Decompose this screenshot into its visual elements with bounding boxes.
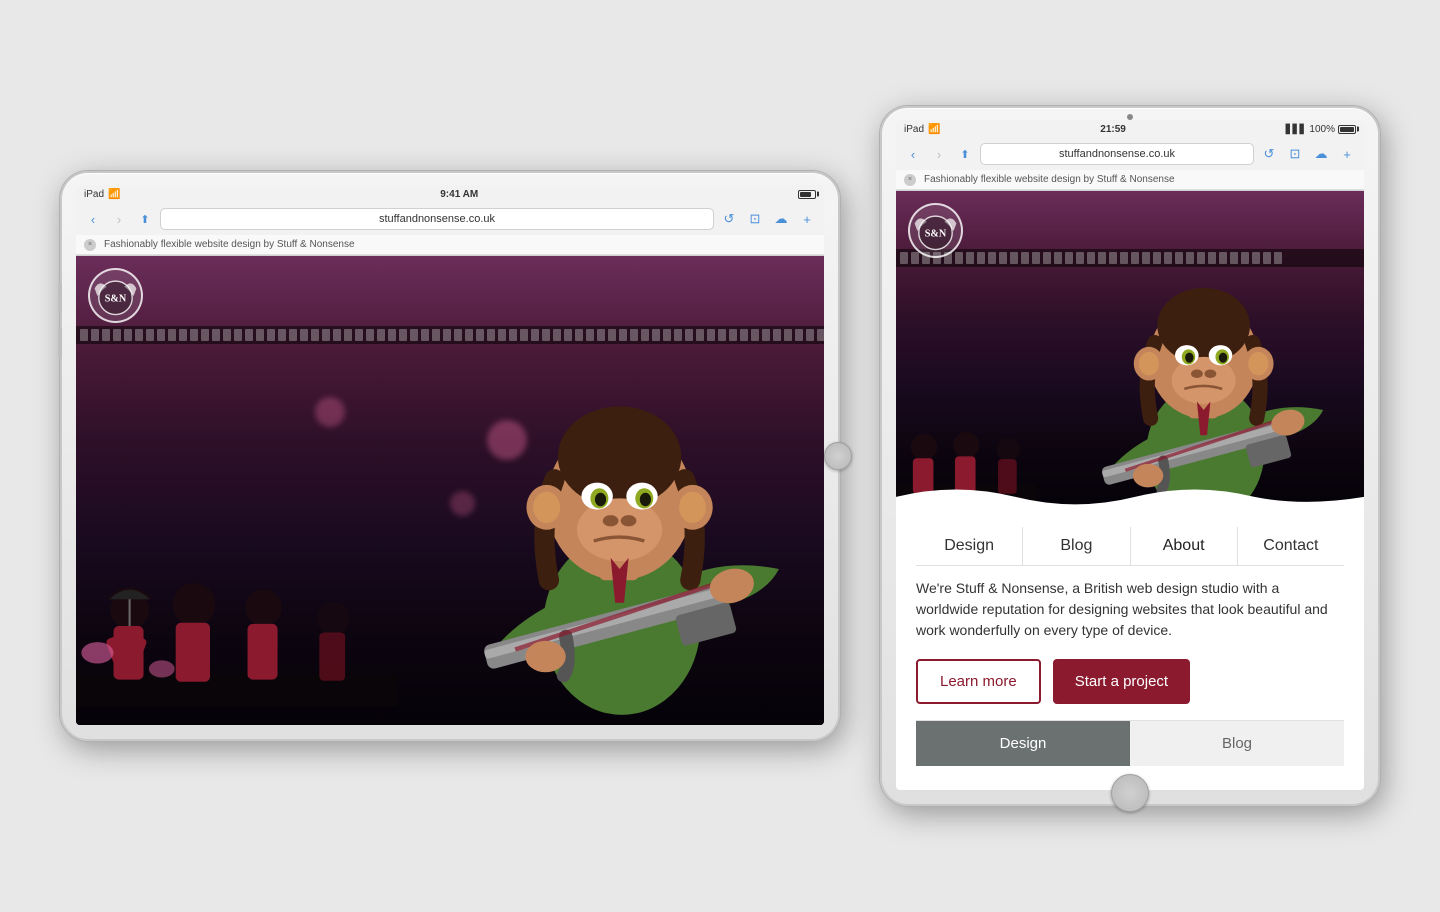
browser-chrome-portrait: iPad 📶 21:59 ▋▋▋ 100% ‹ › ⬆ xyxy=(896,120,1364,191)
close-icon-portrait: × xyxy=(908,176,912,183)
hero-wave xyxy=(896,482,1364,511)
time-display: 9:41 AM xyxy=(440,189,478,200)
battery-indicator xyxy=(798,190,816,199)
tab-design[interactable]: Design xyxy=(916,721,1130,766)
close-icon: × xyxy=(88,241,92,248)
wifi-icon-portrait: 📶 xyxy=(928,124,940,135)
tab-design-label: Design xyxy=(1000,735,1047,752)
url-bar[interactable]: stuffandnonsense.co.uk xyxy=(160,208,714,230)
front-camera xyxy=(1127,114,1133,120)
forward-icon-portrait: › xyxy=(937,147,941,162)
portrait-nav-label-design: Design xyxy=(944,537,994,554)
portrait-content: Design Blog About Contact We're Stuff & … xyxy=(896,511,1364,782)
new-tab-button[interactable]: + xyxy=(796,208,818,230)
share-icon-portrait: ⬆ xyxy=(960,148,969,161)
monkey-illustration xyxy=(375,256,824,725)
portrait-nav-label-about: About xyxy=(1163,537,1205,554)
portrait-nav-label-blog: Blog xyxy=(1060,537,1092,554)
portrait-nav-about[interactable]: About xyxy=(1131,527,1238,565)
home-button[interactable] xyxy=(824,442,852,470)
browser-toolbar-portrait: ‹ › ⬆ stuffandnonsense.co.uk ↺ ⊡ ☁ + xyxy=(896,138,1364,170)
tabs-icon: ⊡ xyxy=(750,211,761,227)
section-tabs: Design Blog xyxy=(916,720,1344,766)
back-icon-portrait: ‹ xyxy=(911,147,915,162)
device-label-portrait: iPad xyxy=(904,124,924,135)
battery-indicator-portrait xyxy=(1338,125,1356,134)
cloud-icon: ☁ xyxy=(775,211,788,227)
reload-button[interactable]: ↺ xyxy=(718,208,740,230)
banner-bar-portrait: × Fashionably flexible website design by… xyxy=(896,170,1364,190)
wifi-icon: 📶 xyxy=(108,189,120,200)
share-button-portrait[interactable]: ⬆ xyxy=(954,143,976,165)
reload-icon-portrait: ↺ xyxy=(1264,146,1275,162)
banner-bar: × Fashionably flexible website design by… xyxy=(76,235,824,255)
start-project-button[interactable]: Start a project xyxy=(1053,659,1190,704)
reload-icon: ↺ xyxy=(724,211,735,227)
volume-up-button[interactable] xyxy=(58,283,62,313)
portrait-nav-design[interactable]: Design xyxy=(916,527,1023,565)
device-label: iPad xyxy=(84,189,104,200)
banner-text: Fashionably flexible website design by S… xyxy=(104,239,355,250)
tab-blog[interactable]: Blog xyxy=(1130,721,1344,766)
svg-text:S&N: S&N xyxy=(925,229,947,240)
cta-buttons: Learn more Start a project xyxy=(916,659,1344,704)
portrait-site-content: S&N xyxy=(896,191,1364,790)
url-text: stuffandnonsense.co.uk xyxy=(379,213,495,225)
tabs-icon-portrait: ⊡ xyxy=(1290,146,1301,162)
banner-close-button[interactable]: × xyxy=(84,239,96,251)
portrait-nav-contact[interactable]: Contact xyxy=(1238,527,1344,565)
portrait-nav-label-contact: Contact xyxy=(1263,537,1318,554)
battery-percentage: 100% xyxy=(1309,124,1335,135)
cloud-button-portrait[interactable]: ☁ xyxy=(1310,143,1332,165)
forward-button[interactable]: › xyxy=(108,208,130,230)
site-logo-portrait: S&N xyxy=(908,203,963,258)
browser-chrome: iPad 📶 9:41 AM ‹ › ⬆ st xyxy=(76,185,824,256)
site-content: S&N xyxy=(76,256,824,725)
url-bar-portrait[interactable]: stuffandnonsense.co.uk xyxy=(980,143,1254,165)
cloud-icon-portrait: ☁ xyxy=(1315,146,1328,162)
tabs-button[interactable]: ⊡ xyxy=(744,208,766,230)
tabs-button-portrait[interactable]: ⊡ xyxy=(1284,143,1306,165)
back-icon: ‹ xyxy=(91,212,95,227)
volume-down-button[interactable] xyxy=(58,328,62,358)
ipad-portrait: iPad 📶 21:59 ▋▋▋ 100% ‹ › ⬆ xyxy=(880,106,1380,806)
portrait-nav: Design Blog About Contact xyxy=(916,527,1344,566)
hero-area: S&N xyxy=(76,256,824,725)
learn-more-button[interactable]: Learn more xyxy=(916,659,1041,704)
monkey-illustration-portrait xyxy=(1013,191,1364,511)
add-icon-portrait: + xyxy=(1343,147,1351,162)
banner-text-portrait: Fashionably flexible website design by S… xyxy=(924,174,1175,185)
crowd-illustration xyxy=(76,420,398,725)
browser-toolbar: ‹ › ⬆ stuffandnonsense.co.uk ↺ ⊡ ☁ + xyxy=(76,203,824,235)
forward-button-portrait[interactable]: › xyxy=(928,143,950,165)
forward-icon: › xyxy=(117,212,121,227)
share-button[interactable]: ⬆ xyxy=(134,208,156,230)
reload-button-portrait[interactable]: ↺ xyxy=(1258,143,1280,165)
ipad-landscape: iPad 📶 9:41 AM ‹ › ⬆ st xyxy=(60,171,840,741)
portrait-hero: S&N xyxy=(896,191,1364,511)
site-logo: S&N xyxy=(88,268,143,323)
new-tab-button-portrait[interactable]: + xyxy=(1336,143,1358,165)
portrait-nav-blog[interactable]: Blog xyxy=(1023,527,1130,565)
svg-text:S&N: S&N xyxy=(105,294,127,305)
tab-blog-label: Blog xyxy=(1222,735,1252,752)
banner-close-button-portrait[interactable]: × xyxy=(904,174,916,186)
cloud-button[interactable]: ☁ xyxy=(770,208,792,230)
about-description: We're Stuff & Nonsense, a British web de… xyxy=(916,578,1344,641)
home-button-portrait[interactable] xyxy=(1111,774,1149,812)
add-icon: + xyxy=(803,212,811,227)
back-button-portrait[interactable]: ‹ xyxy=(902,143,924,165)
status-bar: iPad 📶 9:41 AM xyxy=(76,185,824,203)
url-text-portrait: stuffandnonsense.co.uk xyxy=(1059,148,1175,160)
signal-strength: ▋▋▋ xyxy=(1286,124,1307,135)
share-icon: ⬆ xyxy=(140,213,149,226)
status-bar-portrait: iPad 📶 21:59 ▋▋▋ 100% xyxy=(896,120,1364,138)
back-button[interactable]: ‹ xyxy=(82,208,104,230)
time-display-portrait: 21:59 xyxy=(1100,124,1126,135)
